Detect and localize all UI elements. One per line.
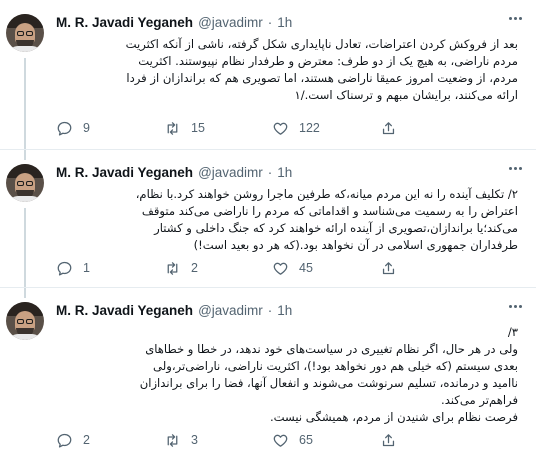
tweet-actions: 1 2 45 (56, 258, 516, 278)
share-icon (382, 433, 395, 446)
like-count: 122 (299, 121, 320, 135)
separator-dot: · (267, 164, 273, 180)
retweet-icon (167, 121, 178, 135)
tweet-header: M. R. Javadi Yeganeh @javadimr · 1h (56, 300, 292, 320)
reply-button[interactable]: 9 (56, 120, 164, 137)
avatar[interactable] (6, 302, 44, 340)
share-button[interactable] (380, 120, 397, 137)
reply-count: 9 (83, 121, 90, 135)
tweet-time[interactable]: 1h (277, 303, 292, 318)
like-count: 45 (299, 261, 313, 275)
separator-dot: · (267, 14, 273, 30)
tweet-header: M. R. Javadi Yeganeh @javadimr · 1h (56, 162, 292, 182)
like-button[interactable]: 122 (272, 120, 380, 137)
retweet-button[interactable]: 2 (164, 260, 272, 277)
tweet-text-line: اعتراض را به رسمیت می‌شناسد و اقداماتی ک… (141, 204, 518, 218)
thread-connector-line (24, 58, 26, 150)
retweet-button[interactable]: 15 (164, 120, 272, 137)
tweet-text-line: می‌کند؛یا براندازان،تصویری از آینده ارائ… (154, 221, 518, 235)
retweet-count: 2 (191, 261, 198, 275)
heart-icon (273, 262, 288, 275)
author-name[interactable]: M. R. Javadi Yeganeh (56, 15, 193, 30)
retweet-button[interactable]: 3 (164, 432, 272, 449)
tweet[interactable]: M. R. Javadi Yeganeh @javadimr · 1h ۲/ ت… (0, 150, 536, 288)
tweet-text-line: مردم، از وضعیت امروز عمیقا ناراضی هستند،… (126, 71, 518, 85)
retweet-count: 3 (191, 433, 198, 447)
tweet-text: ۲/ تکلیف آینده را نه این مردم میانه،که ط… (54, 186, 518, 254)
author-name[interactable]: M. R. Javadi Yeganeh (56, 165, 193, 180)
author-handle[interactable]: @javadimr (198, 15, 263, 30)
tweet-text: بعد از فروکش کردن اعتراضات، تعادل ناپاید… (54, 36, 518, 104)
reply-button[interactable]: 2 (56, 432, 164, 449)
reply-icon (57, 261, 72, 276)
separator-dot: · (267, 302, 273, 318)
tweet-text-line: ۳/ (507, 325, 518, 339)
tweet-text-line: ۲/ تکلیف آینده را نه این مردم میانه،که ط… (135, 187, 518, 201)
tweet-text-line: ارائه می‌کنند، برایشان مبهم و ترسناک است… (294, 88, 518, 102)
more-options-icon[interactable] (504, 10, 526, 26)
avatar[interactable] (6, 14, 44, 52)
reply-count: 1 (83, 261, 90, 275)
thread-connector-line (24, 208, 26, 288)
tweet-actions: 9 15 122 (56, 118, 516, 138)
tweet-thread: M. R. Javadi Yeganeh @javadimr · 1h بعد … (0, 0, 536, 462)
tweet-text-line: بعدی سیستم (که خیلی هم دور نخواهد بود!)،… (153, 359, 518, 373)
reply-count: 2 (83, 433, 90, 447)
tweet[interactable]: M. R. Javadi Yeganeh @javadimr · 1h بعد … (0, 0, 536, 150)
thread-connector-line (24, 288, 26, 298)
avatar[interactable] (6, 164, 44, 202)
like-button[interactable]: 45 (272, 260, 380, 277)
tweet-text-line: ولی در هر حال، اگر نظام تغییری در سیاست‌… (145, 342, 518, 356)
retweet-icon (167, 433, 178, 447)
tweet-text-line: ناامید و درمانده، تسلیم سرنوشت می‌شوند و… (139, 376, 518, 390)
heart-icon (273, 434, 288, 447)
share-button[interactable] (380, 260, 397, 277)
more-options-icon[interactable] (504, 298, 526, 314)
tweet-text-line: فرصت نظام برای شنیدن از مردم، همیشگی نیس… (269, 410, 518, 424)
tweet[interactable]: M. R. Javadi Yeganeh @javadimr · 1h ۳/ و… (0, 288, 536, 462)
tweet-time[interactable]: 1h (277, 15, 292, 30)
reply-button[interactable]: 1 (56, 260, 164, 277)
tweet-actions: 2 3 65 (56, 430, 516, 450)
tweet-header: M. R. Javadi Yeganeh @javadimr · 1h (56, 12, 292, 32)
tweet-text-line: فراهم‌تر می‌کند. (441, 393, 518, 407)
tweet-time[interactable]: 1h (277, 165, 292, 180)
author-handle[interactable]: @javadimr (198, 165, 263, 180)
tweet-text-line: مردم ناراضی، به هیچ یک از دو طرف: معترض … (138, 54, 518, 68)
thread-connector-line (24, 150, 26, 160)
like-button[interactable]: 65 (272, 432, 380, 449)
share-icon (382, 261, 395, 274)
like-count: 65 (299, 433, 313, 447)
share-button[interactable] (380, 432, 397, 449)
retweet-icon (167, 261, 178, 275)
heart-icon (273, 122, 288, 135)
reply-icon (57, 433, 72, 448)
more-options-icon[interactable] (504, 160, 526, 176)
retweet-count: 15 (191, 121, 205, 135)
share-icon (382, 121, 395, 134)
tweet-text-line: بعد از فروکش کردن اعتراضات، تعادل ناپاید… (125, 37, 518, 51)
author-handle[interactable]: @javadimr (198, 303, 263, 318)
reply-icon (57, 121, 72, 136)
tweet-text: ۳/ ولی در هر حال، اگر نظام تغییری در سیا… (54, 324, 518, 426)
tweet-text-line: طرفداران جمهوری اسلامی در آن نخواهد بود.… (193, 238, 518, 252)
author-name[interactable]: M. R. Javadi Yeganeh (56, 303, 193, 318)
